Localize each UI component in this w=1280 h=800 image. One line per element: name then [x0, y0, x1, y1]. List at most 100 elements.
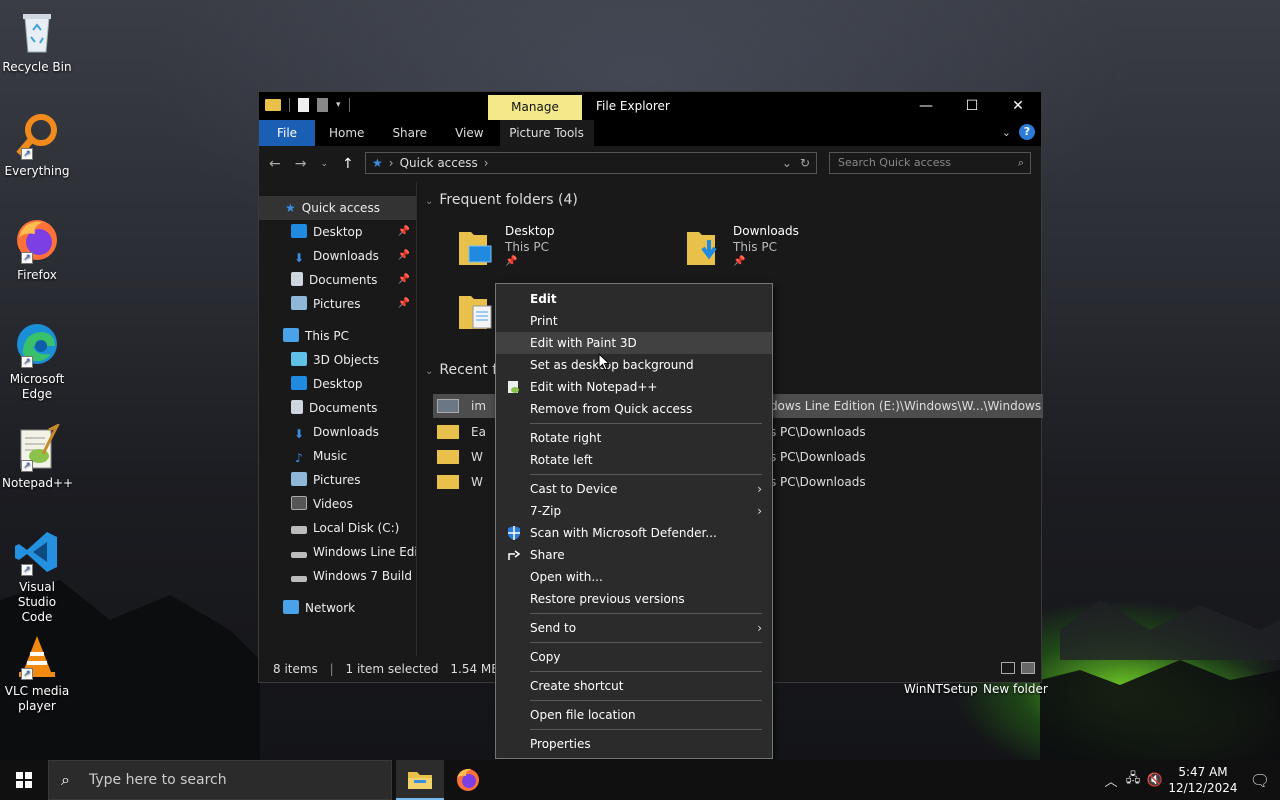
menu-item-edit[interactable]: Edit — [496, 288, 772, 310]
menu-item-create-shortcut[interactable]: Create shortcut — [496, 675, 772, 697]
menu-item-restore-previous-versions[interactable]: Restore previous versions — [496, 588, 772, 610]
desktop-icon-firefox[interactable]: ↗ Firefox — [2, 216, 72, 283]
chevron-up-icon[interactable]: ︿ — [1100, 771, 1122, 790]
chevron-down-icon[interactable]: ⌄ — [782, 156, 792, 170]
nav-item-documents[interactable]: Documents 📌 — [259, 268, 416, 292]
forward-arrow-icon[interactable]: → — [295, 156, 307, 172]
close-button[interactable]: ✕ — [995, 92, 1041, 120]
recent-locations-icon[interactable]: ⌄ — [320, 156, 328, 172]
menu-item-rotate-left[interactable]: Rotate left — [496, 449, 772, 471]
desktop-icon-everything[interactable]: ↗ Everything — [2, 112, 72, 179]
group-title: Recent fi — [439, 362, 502, 378]
properties-icon[interactable] — [298, 98, 309, 112]
menu-item-edit-with-notepad[interactable]: Edit with Notepad++ — [496, 376, 772, 398]
documents-icon — [291, 272, 303, 286]
help-icon[interactable]: ? — [1019, 124, 1035, 140]
menu-item-set-as-desktop-background[interactable]: Set as desktop background — [496, 354, 772, 376]
nav-item-desktop[interactable]: Desktop 📌 — [259, 220, 416, 244]
title-bar[interactable]: ▾ Manage File Explorer — ☐ ✕ — [259, 92, 1041, 120]
chevron-right-icon[interactable]: › — [484, 156, 489, 170]
desktop-icon-edge[interactable]: ↗ Microsoft Edge — [2, 320, 72, 402]
menu-item-send-to[interactable]: Send to › — [496, 617, 772, 639]
menu-item-open-with[interactable]: Open with... — [496, 566, 772, 588]
menu-item-share[interactable]: Share — [496, 544, 772, 566]
nav-item-quick-access[interactable]: ★ Quick access — [259, 196, 416, 220]
menu-item-label: Copy — [530, 650, 561, 664]
nav-item-this-pc[interactable]: This PC — [259, 324, 416, 348]
nav-item-windows-7-build[interactable]: Windows 7 Build 77 — [259, 564, 416, 588]
desktop-item-new-folder[interactable]: New folder — [983, 682, 1048, 696]
frequent-folders-header[interactable]: ⌄ Frequent folders (4) — [425, 192, 578, 208]
tab-share[interactable]: Share — [378, 120, 441, 146]
chevron-right-icon: › — [757, 504, 762, 518]
folder-tile-desktop[interactable]: Desktop This PC 📌 — [459, 224, 659, 272]
recent-files-header[interactable]: ⌄ Recent fi — [425, 362, 501, 378]
tab-picture-tools[interactable]: Picture Tools — [499, 120, 594, 146]
menu-item-label: 7-Zip — [530, 504, 562, 518]
maximize-button[interactable]: ☐ — [949, 92, 995, 120]
details-view-icon[interactable] — [1001, 662, 1015, 674]
menu-item-rotate-right[interactable]: Rotate right — [496, 427, 772, 449]
search-icon: ⌕ — [61, 770, 70, 789]
notification-icon[interactable]: 🗨 — [1240, 771, 1280, 790]
desktop-icon-notepadpp[interactable]: ↗ Notepad++ — [2, 422, 73, 491]
nav-item-pc-downloads[interactable]: ⬇ Downloads — [259, 420, 416, 444]
nav-item-pictures[interactable]: Pictures 📌 — [259, 292, 416, 316]
menu-item-cast-to-device[interactable]: Cast to Device › — [496, 478, 772, 500]
menu-item-scan-with-microsoft-defender[interactable]: Scan with Microsoft Defender... — [496, 522, 772, 544]
folder-tile-documents[interactable] — [459, 288, 499, 336]
desktop-icon — [291, 224, 307, 238]
folder-tile-downloads[interactable]: Downloads This PC 📌 — [687, 224, 887, 272]
desktop-icon-vscode[interactable]: ↗ Visual Studio Code — [2, 528, 72, 625]
minimize-button[interactable]: — — [903, 92, 949, 120]
nav-item-windows-line-edition[interactable]: Windows Line Editio — [259, 540, 416, 564]
taskbar-file-explorer[interactable] — [396, 760, 444, 800]
desktop-icon-recycle-bin[interactable]: Recycle Bin — [2, 8, 72, 75]
nav-item-videos[interactable]: Videos — [259, 492, 416, 516]
new-folder-icon[interactable] — [317, 98, 328, 112]
desktop-icon-vlc[interactable]: ↗ VLC media player — [2, 632, 72, 714]
search-input[interactable]: Search Quick access ⌕ — [829, 152, 1031, 174]
large-icons-view-icon[interactable] — [1021, 662, 1035, 674]
up-arrow-icon[interactable]: ↑ — [342, 156, 354, 172]
menu-item-properties[interactable]: Properties — [496, 733, 772, 755]
taskbar-search-input[interactable]: ⌕ Type here to search — [48, 760, 392, 800]
volume-muted-icon[interactable]: 🔇 — [1144, 773, 1166, 788]
taskbar-firefox[interactable] — [444, 760, 492, 800]
address-bar[interactable]: ★ › Quick access › ⌄ ↻ — [365, 152, 817, 174]
nav-item-pc-pictures[interactable]: Pictures — [259, 468, 416, 492]
start-button[interactable] — [0, 760, 48, 800]
menu-item-edit-with-paint-3d[interactable]: Edit with Paint 3D — [496, 332, 772, 354]
nav-item-pc-documents[interactable]: Documents — [259, 396, 416, 420]
menu-item-copy[interactable]: Copy — [496, 646, 772, 668]
address-location[interactable]: Quick access — [400, 156, 478, 170]
refresh-icon[interactable]: ↻ — [800, 156, 810, 170]
menu-item-open-file-location[interactable]: Open file location — [496, 704, 772, 726]
nav-item-pc-desktop[interactable]: Desktop — [259, 372, 416, 396]
back-arrow-icon[interactable]: ← — [269, 156, 281, 172]
pin-icon: 📌 — [397, 274, 410, 285]
taskbar: ⌕ Type here to search ︿ 🖧 🔇 5:47 AM 12/1… — [0, 760, 1280, 800]
nav-item-downloads[interactable]: ⬇ Downloads 📌 — [259, 244, 416, 268]
nav-item-3d-objects[interactable]: 3D Objects — [259, 348, 416, 372]
network-icon[interactable]: 🖧 — [1122, 769, 1144, 791]
documents-folder-icon — [459, 292, 493, 330]
tab-home[interactable]: Home — [315, 120, 378, 146]
folder-icon[interactable] — [265, 99, 281, 111]
tab-manage[interactable]: Manage — [488, 95, 582, 120]
desktop-item-winntsetup[interactable]: WinNTSetup — [904, 682, 978, 696]
menu-item-7-zip[interactable]: 7-Zip › — [496, 500, 772, 522]
nav-item-music[interactable]: ♪ Music — [259, 444, 416, 468]
desktop-icon-label: VLC media player — [4, 684, 70, 713]
nav-item-network[interactable]: Network — [259, 596, 416, 620]
chevron-down-icon[interactable]: ▾ — [336, 100, 341, 110]
menu-item-remove-from-quick-access[interactable]: Remove from Quick access — [496, 398, 772, 420]
file-explorer-icon — [408, 772, 432, 789]
nav-item-local-disk[interactable]: Local Disk (C:) — [259, 516, 416, 540]
nav-label: Local Disk (C:) — [313, 521, 400, 535]
tab-view[interactable]: View — [441, 120, 497, 146]
tab-file[interactable]: File — [259, 120, 315, 146]
menu-item-print[interactable]: Print — [496, 310, 772, 332]
expand-ribbon-icon[interactable]: ⌄ — [1002, 126, 1011, 139]
clock[interactable]: 5:47 AM 12/12/2024 — [1166, 764, 1240, 796]
